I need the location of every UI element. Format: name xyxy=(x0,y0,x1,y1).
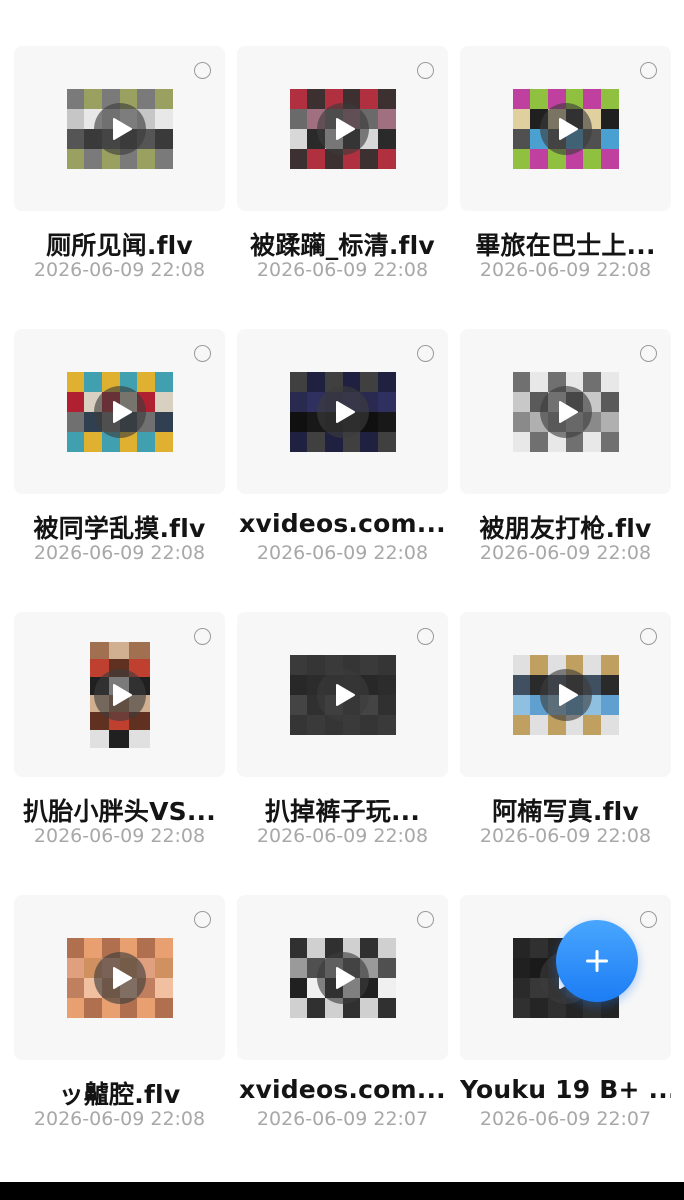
file-name: 扒胎小胖头VS... xyxy=(23,797,216,826)
video-item[interactable]: 被朋友打枪.flv 2026-06-09 22:08 xyxy=(460,329,671,612)
plus-icon xyxy=(586,950,608,972)
video-thumbnail-card[interactable] xyxy=(460,46,671,211)
file-date: 2026-06-09 22:08 xyxy=(33,1108,206,1130)
video-thumbnail xyxy=(512,371,619,452)
select-checkbox[interactable] xyxy=(417,911,434,928)
select-checkbox[interactable] xyxy=(417,628,434,645)
video-thumbnail-card[interactable] xyxy=(460,329,671,494)
file-date: 2026-06-09 22:08 xyxy=(33,825,206,847)
file-name: 被同学乱摸.flv xyxy=(33,514,206,543)
play-icon[interactable] xyxy=(316,385,369,438)
video-thumbnail xyxy=(512,88,619,169)
select-checkbox[interactable] xyxy=(640,911,657,928)
file-date: 2026-06-09 22:07 xyxy=(479,1108,652,1130)
select-checkbox[interactable] xyxy=(640,345,657,362)
play-icon[interactable] xyxy=(93,102,146,155)
file-date: 2026-06-09 22:08 xyxy=(33,542,206,564)
file-date: 2026-06-09 22:08 xyxy=(256,825,429,847)
video-thumbnail xyxy=(289,371,396,452)
video-thumbnail xyxy=(66,371,173,452)
video-thumbnail xyxy=(66,937,173,1018)
video-thumbnail xyxy=(289,88,396,169)
video-thumbnail xyxy=(66,88,173,169)
file-name: ッ齇腔.flv xyxy=(58,1080,181,1109)
video-item[interactable]: xvideos.com... 2026-06-09 22:07 xyxy=(237,895,448,1178)
video-thumbnail-card[interactable] xyxy=(237,612,448,777)
select-checkbox[interactable] xyxy=(417,62,434,79)
video-thumbnail xyxy=(89,641,150,748)
file-date: 2026-06-09 22:07 xyxy=(256,1108,429,1130)
file-name: Youku 19 B+ ... xyxy=(460,1075,671,1104)
video-grid: 厕所见闻.flv 2026-06-09 22:08 被蹂躏_标清.flv 2026-0… xyxy=(14,46,671,1178)
file-name: 被朋友打枪.flv xyxy=(479,514,652,543)
video-item[interactable]: 扒胎小胖头VS... 2026-06-09 22:08 xyxy=(14,612,225,895)
file-name: 畢旅在巴士上... xyxy=(475,231,656,260)
play-icon[interactable] xyxy=(316,951,369,1004)
video-item[interactable]: 被同学乱摸.flv 2026-06-09 22:08 xyxy=(14,329,225,612)
select-checkbox[interactable] xyxy=(194,345,211,362)
add-button[interactable] xyxy=(556,920,638,1002)
video-thumbnail-card[interactable] xyxy=(237,895,448,1060)
select-checkbox[interactable] xyxy=(194,62,211,79)
select-checkbox[interactable] xyxy=(640,62,657,79)
bottom-bar xyxy=(0,1182,684,1200)
video-thumbnail-card[interactable] xyxy=(14,895,225,1060)
play-icon[interactable] xyxy=(539,668,592,721)
video-item[interactable]: ッ齇腔.flv 2026-06-09 22:08 xyxy=(14,895,225,1178)
file-name: 被蹂躏_标清.flv xyxy=(250,231,435,260)
video-thumbnail xyxy=(512,654,619,735)
play-icon[interactable] xyxy=(93,668,146,721)
play-icon[interactable] xyxy=(93,385,146,438)
video-item[interactable]: xvideos.com... 2026-06-09 22:08 xyxy=(237,329,448,612)
play-icon[interactable] xyxy=(316,668,369,721)
video-item[interactable]: 畢旅在巴士上... 2026-06-09 22:08 xyxy=(460,46,671,329)
video-thumbnail-card[interactable] xyxy=(237,329,448,494)
video-thumbnail-card[interactable] xyxy=(14,612,225,777)
play-icon[interactable] xyxy=(539,385,592,438)
file-name: 厕所见闻.flv xyxy=(46,231,193,260)
select-checkbox[interactable] xyxy=(640,628,657,645)
video-thumbnail-card[interactable] xyxy=(14,46,225,211)
video-thumbnail-card[interactable] xyxy=(237,46,448,211)
file-name: xvideos.com... xyxy=(239,509,446,538)
file-date: 2026-06-09 22:08 xyxy=(256,542,429,564)
file-date: 2026-06-09 22:08 xyxy=(256,259,429,281)
file-date: 2026-06-09 22:08 xyxy=(33,259,206,281)
video-item[interactable]: 厕所见闻.flv 2026-06-09 22:08 xyxy=(14,46,225,329)
video-thumbnail xyxy=(289,654,396,735)
play-icon[interactable] xyxy=(316,102,369,155)
select-checkbox[interactable] xyxy=(194,911,211,928)
video-item[interactable]: 阿楠写真.flv 2026-06-09 22:08 xyxy=(460,612,671,895)
file-date: 2026-06-09 22:08 xyxy=(479,259,652,281)
file-date: 2026-06-09 22:08 xyxy=(479,542,652,564)
select-checkbox[interactable] xyxy=(417,345,434,362)
play-icon[interactable] xyxy=(93,951,146,1004)
video-thumbnail xyxy=(289,937,396,1018)
play-icon[interactable] xyxy=(539,102,592,155)
file-date: 2026-06-09 22:08 xyxy=(479,825,652,847)
file-name: xvideos.com... xyxy=(239,1075,446,1104)
video-thumbnail-card[interactable] xyxy=(460,612,671,777)
select-checkbox[interactable] xyxy=(194,628,211,645)
video-thumbnail-card[interactable] xyxy=(14,329,225,494)
file-name: 阿楠写真.flv xyxy=(492,797,639,826)
file-name: 扒掉裤子玩... xyxy=(264,797,421,826)
video-item[interactable]: 被蹂躏_标清.flv 2026-06-09 22:08 xyxy=(237,46,448,329)
video-item[interactable]: 扒掉裤子玩... 2026-06-09 22:08 xyxy=(237,612,448,895)
